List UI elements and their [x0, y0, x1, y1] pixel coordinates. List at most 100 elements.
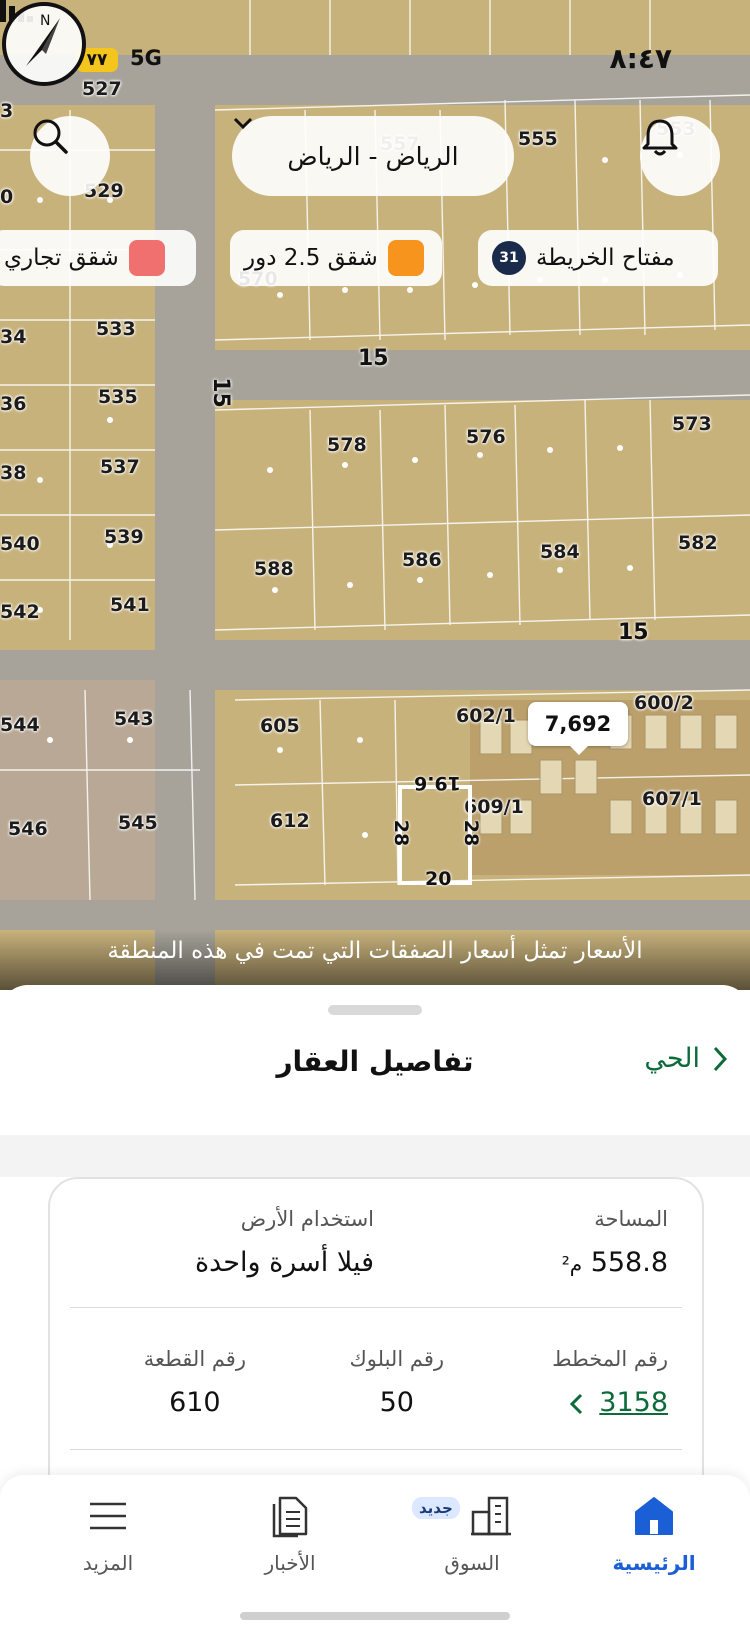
parcel-number-field: رقم القطعة 610 — [144, 1347, 246, 1418]
plot-label[interactable]: 533 — [96, 318, 136, 340]
plot-dimension-top: 19.6 — [414, 772, 461, 794]
plot-label[interactable]: 605 — [260, 715, 300, 737]
map-key-label: مفتاح الخريطة — [536, 245, 675, 271]
plan-number-link[interactable]: 3158 — [552, 1387, 668, 1418]
map-view[interactable]: 527 529 533 535 537 539 541 543 544 545 … — [0, 0, 750, 990]
sheet-grabber[interactable] — [328, 1005, 422, 1015]
buildings-icon — [471, 1496, 511, 1536]
plot-label[interactable]: 539 — [104, 526, 144, 548]
chevron-down-icon — [233, 117, 253, 130]
filter-chip-label: شقق تجاري — [4, 245, 119, 271]
land-use-field: استخدام الأرض فيلا أسرة واحدة — [195, 1207, 374, 1278]
block-number-value: 50 — [379, 1387, 414, 1418]
transaction-price-tag[interactable]: 7,692 — [528, 702, 628, 755]
plot-label[interactable]: 588 — [254, 558, 294, 580]
street-label: 15 — [618, 620, 649, 645]
neighborhood-back-link[interactable]: الحي — [644, 1043, 728, 1074]
plot-label[interactable]: 38 — [0, 462, 26, 484]
tab-more[interactable]: المزيد — [48, 1493, 168, 1575]
filter-chip-commercial[interactable]: شقق تجاري — [0, 230, 196, 286]
plot-label[interactable]: 535 — [98, 386, 138, 408]
block-number-label: رقم البلوك — [349, 1347, 444, 1371]
plan-number-value[interactable]: 3158 — [599, 1387, 668, 1418]
plot-label[interactable]: 607/1 — [642, 788, 702, 810]
plan-number-field: رقم المخطط 3158 — [552, 1347, 668, 1418]
map-key-count-badge: 31 — [492, 241, 526, 275]
plot-label[interactable]: 0 — [0, 186, 13, 208]
plot-label[interactable]: 612 — [270, 810, 310, 832]
plot-label[interactable]: 34 — [0, 326, 26, 348]
plot-dimension-right: 28 — [460, 819, 483, 847]
section-separator — [0, 1135, 750, 1177]
status-time: ٨:٤٧ — [609, 42, 672, 75]
street-label: 15 — [358, 346, 389, 371]
plot-label[interactable]: 586 — [402, 549, 442, 571]
plot-dimension-bottom: 20 — [425, 868, 452, 890]
area-value: 558.8 م² — [562, 1247, 668, 1278]
block-number-field: رقم البلوك 50 — [349, 1347, 444, 1418]
new-badge: جديد — [412, 1497, 460, 1519]
bottom-tab-bar: الرئيسية جديد السوق الأخبار المزيد — [0, 1475, 750, 1630]
area-field: المساحة 558.8 م² — [562, 1207, 668, 1278]
plot-dimension-left: 28 — [390, 819, 413, 847]
compass-icon[interactable]: N — [0, 0, 88, 88]
chevron-right-icon — [713, 1046, 728, 1071]
plot-label[interactable]: 584 — [540, 541, 580, 563]
tab-home[interactable]: الرئيسية — [594, 1493, 714, 1575]
tab-news-label: الأخبار — [264, 1551, 316, 1575]
search-icon — [33, 119, 68, 154]
land-use-label: استخدام الأرض — [240, 1207, 374, 1231]
area-unit: م² — [561, 1252, 583, 1276]
home-icon — [635, 1497, 673, 1535]
tab-news[interactable]: الأخبار — [230, 1493, 350, 1575]
home-indicator — [240, 1612, 510, 1620]
back-link-label: الحي — [644, 1043, 700, 1074]
parcel-number-label: رقم القطعة — [143, 1347, 246, 1371]
plot-label[interactable]: 600/2 — [634, 692, 694, 714]
compass-north-label: N — [40, 13, 50, 29]
color-swatch-icon — [387, 240, 424, 276]
tab-market-label: السوق — [444, 1551, 500, 1575]
notifications-button[interactable] — [640, 116, 720, 196]
map-caption: الأسعار تمثل أسعار الصفقات التي تمت في ه… — [0, 930, 750, 990]
plot-label[interactable]: 36 — [0, 393, 26, 415]
area-label: المساحة — [594, 1207, 668, 1231]
plot-label[interactable]: 545 — [118, 812, 158, 834]
plot-label[interactable]: 578 — [327, 434, 367, 456]
chevron-left-icon — [569, 1393, 582, 1414]
search-button[interactable] — [30, 116, 110, 196]
city-selector[interactable]: الرياض - الرياض — [232, 116, 514, 196]
network-label: 5G — [130, 46, 162, 70]
plot-label[interactable]: 582 — [678, 532, 718, 554]
plot-label[interactable]: 541 — [110, 594, 150, 616]
plot-label[interactable]: 542 — [0, 601, 40, 623]
plot-label[interactable]: 3 — [0, 100, 13, 122]
street-label: 15 — [207, 377, 233, 408]
sheet-title: تفاصيل العقار — [276, 1045, 474, 1078]
property-details-sheet: تفاصيل العقار الحي المساحة 558.8 م² استخ… — [0, 985, 750, 1537]
plot-label[interactable]: 540 — [0, 533, 40, 555]
plot-label[interactable]: 543 — [114, 708, 154, 730]
plot-label[interactable]: 609/1 — [464, 796, 524, 818]
plan-number-label: رقم المخطط — [552, 1347, 668, 1371]
plot-label[interactable]: 576 — [466, 426, 506, 448]
plot-label[interactable]: 544 — [0, 714, 40, 736]
tab-market[interactable]: جديد السوق — [412, 1493, 532, 1575]
plot-label[interactable]: 602/1 — [456, 705, 516, 727]
plot-label[interactable]: 537 — [100, 456, 140, 478]
tab-more-label: المزيد — [82, 1551, 134, 1575]
plot-label[interactable]: 555 — [518, 128, 558, 150]
card-divider — [70, 1449, 682, 1450]
map-key-button[interactable]: 31 مفتاح الخريطة — [478, 230, 718, 286]
bell-icon — [642, 119, 678, 156]
city-selector-label: الرياض - الرياض — [287, 141, 459, 171]
document-icon — [272, 1496, 308, 1538]
area-number: 558.8 — [590, 1247, 668, 1278]
plot-label[interactable]: 546 — [8, 818, 48, 840]
plot-label[interactable]: 573 — [672, 413, 712, 435]
filter-chip-apartments[interactable]: شقق 2.5 دور — [230, 230, 442, 286]
parcel-number-value: 610 — [169, 1387, 221, 1418]
card-divider — [70, 1307, 682, 1308]
sheet-header: تفاصيل العقار الحي — [0, 1035, 750, 1125]
tab-home-label: الرئيسية — [612, 1551, 696, 1575]
